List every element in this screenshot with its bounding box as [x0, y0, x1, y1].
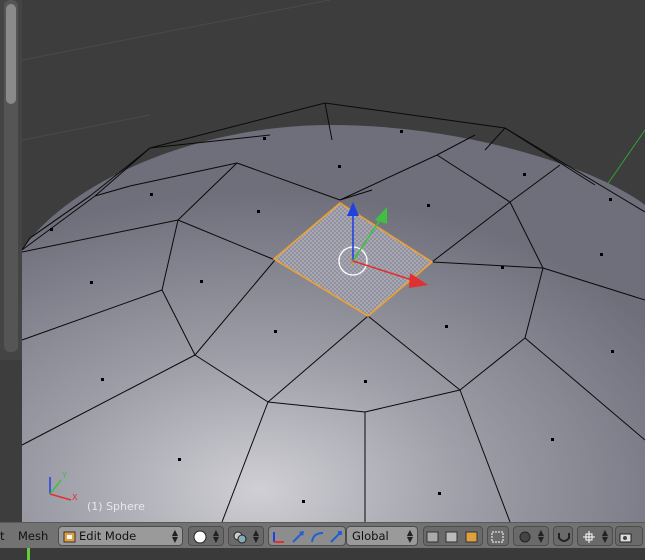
pivot-icon — [233, 531, 247, 544]
scrollbar-thumb[interactable] — [6, 4, 16, 104]
face-select-icon[interactable] — [464, 530, 480, 544]
mode-select[interactable]: Edit Mode ▲ ▼ — [58, 526, 183, 546]
viewport-shading-select[interactable]: ▲ ▼ — [188, 526, 224, 546]
pivot-point-select[interactable]: ▲ ▼ — [228, 526, 264, 546]
vertex-select-icon[interactable] — [425, 530, 441, 544]
orientation-label: Global — [352, 529, 389, 543]
magnet-icon — [558, 533, 570, 542]
snap-element-select[interactable]: ▲ ▼ — [577, 526, 613, 546]
menu-object-partial[interactable]: t — [0, 529, 5, 543]
3d-viewport[interactable]: Y X (1) Sphere — [0, 0, 645, 522]
proportional-edit-select[interactable]: ▲ ▼ — [513, 526, 549, 546]
dropdown-arrows-icon: ▲ ▼ — [212, 528, 219, 544]
dropdown-arrows-icon: ▲ ▼ — [406, 528, 413, 544]
edge-select-icon[interactable] — [444, 530, 460, 544]
sphere-mesh[interactable] — [22, 125, 645, 522]
dropdown-arrows-icon: ▲ ▼ — [252, 528, 259, 544]
dropdown-arrows-icon: ▲ ▼ — [537, 528, 544, 544]
viewport-scrollbar[interactable] — [4, 0, 18, 352]
svg-text:X: X — [72, 493, 78, 502]
limit-selection-icon — [491, 531, 504, 543]
active-object-label: (1) Sphere — [87, 500, 145, 513]
solid-sphere-icon — [193, 530, 207, 544]
proportional-edit-icon — [519, 531, 531, 543]
rotate-icon[interactable] — [309, 530, 325, 544]
svg-text:Y: Y — [61, 471, 67, 480]
dropdown-arrows-icon: ▲ ▼ — [171, 528, 178, 544]
snap-element-icon — [583, 531, 595, 543]
dropdown-arrows-icon: ▲ ▼ — [601, 528, 608, 544]
limit-selection-button[interactable] — [487, 526, 509, 546]
menu-mesh[interactable]: Mesh — [18, 529, 48, 543]
manipulator-icon[interactable] — [270, 530, 286, 544]
translate-icon[interactable] — [290, 530, 306, 544]
edit-mode-icon — [63, 531, 76, 543]
viewport-header: t Mesh Edit Mode ▲ ▼ ▲ ▼ ▲ ▼ Global ▲ ▼ … — [0, 522, 645, 549]
render-buttons[interactable] — [615, 526, 643, 546]
timeline-strip[interactable] — [0, 548, 645, 560]
camera-icon — [619, 533, 632, 543]
current-frame-marker[interactable] — [27, 548, 30, 560]
scale-icon[interactable] — [328, 530, 344, 544]
transform-orientation-select[interactable]: Global ▲ ▼ — [346, 526, 418, 546]
manipulator-group — [268, 526, 346, 546]
mode-label: Edit Mode — [79, 529, 137, 543]
select-mode-group — [423, 526, 483, 546]
snap-toggle-button[interactable] — [553, 526, 573, 546]
